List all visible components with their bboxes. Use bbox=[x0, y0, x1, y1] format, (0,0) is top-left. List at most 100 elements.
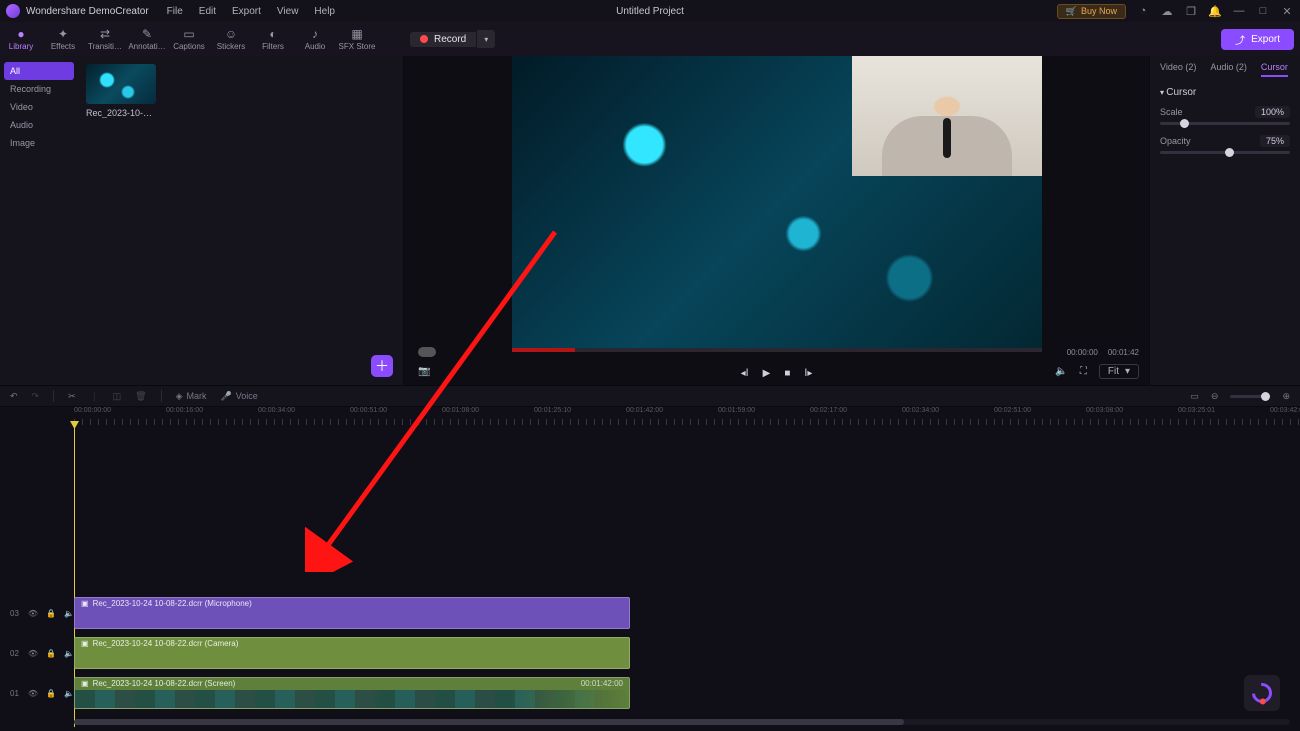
track-lock-icon[interactable]: 🔒 bbox=[46, 609, 56, 618]
record-dot-icon bbox=[420, 35, 428, 43]
timeline-clip[interactable]: ▣Rec_2023-10-24 10-08-22.dcrr (Microphon… bbox=[74, 597, 630, 629]
fullscreen-icon[interactable]: ⛶ bbox=[1080, 366, 1087, 377]
ribbon-tab-filters[interactable]: ◐Filters bbox=[252, 22, 294, 56]
library-category-video[interactable]: Video bbox=[0, 98, 78, 116]
preview-pip-camera[interactable] bbox=[852, 56, 1042, 176]
track-visibility-icon[interactable]: 👁 bbox=[28, 609, 38, 618]
window-restore-icon[interactable]: ❐ bbox=[1184, 4, 1198, 18]
preview-toggle[interactable] bbox=[418, 347, 436, 357]
zoom-in-button[interactable]: ⊕ bbox=[1282, 391, 1290, 402]
redo-button[interactable]: ↷ bbox=[32, 391, 40, 402]
ribbon-tab-audio[interactable]: ♪Audio bbox=[294, 22, 336, 56]
cut-button[interactable]: ✂ bbox=[68, 391, 76, 402]
ruler-tick: 00:01:42:00 bbox=[626, 407, 663, 414]
ruler-tick: 00:00:51:00 bbox=[350, 407, 387, 414]
preview-video[interactable] bbox=[512, 56, 1042, 352]
tab-label: Captions bbox=[173, 42, 205, 51]
zoom-slider[interactable] bbox=[1230, 395, 1270, 398]
crop-button[interactable]: ◫ bbox=[113, 391, 122, 402]
mark-button[interactable]: ◈ Mark bbox=[176, 391, 207, 402]
ribbon-tab-stickers[interactable]: ☺Stickers bbox=[210, 22, 252, 56]
split-button[interactable]: ｜ bbox=[90, 390, 99, 403]
library-panel: AllRecordingVideoAudioImage Rec_2023-10-… bbox=[0, 56, 404, 385]
play-button[interactable]: ▶ bbox=[763, 368, 771, 379]
library-category-recording[interactable]: Recording bbox=[0, 80, 78, 98]
maximize-icon[interactable]: □ bbox=[1256, 4, 1270, 18]
app-logo-icon bbox=[6, 4, 20, 18]
scale-value[interactable]: 100% bbox=[1255, 106, 1290, 118]
cloud-icon[interactable]: ☁ bbox=[1160, 4, 1174, 18]
library-category-all[interactable]: All bbox=[4, 62, 74, 80]
record-button[interactable]: Record bbox=[410, 32, 476, 47]
stop-button[interactable]: ■ bbox=[784, 368, 790, 379]
tab-icon: ⇄ bbox=[100, 27, 110, 41]
props-tab-audio[interactable]: Audio (2) bbox=[1210, 62, 1247, 77]
ribbon-tab-library[interactable]: ●Library bbox=[0, 22, 42, 56]
timeline-clip[interactable]: ▣Rec_2023-10-24 10-08-22.dcrr (Camera) bbox=[74, 637, 630, 669]
bell-icon[interactable]: 🔔 bbox=[1208, 4, 1222, 18]
delete-button[interactable]: 🗑 bbox=[135, 391, 146, 402]
snapshot-icon[interactable]: 📷 bbox=[418, 366, 430, 377]
library-content: Rec_2023-10-24 10… ＋ bbox=[78, 56, 403, 385]
clip-label: ▣Rec_2023-10-24 10-08-22.dcrr (Camera) bbox=[81, 639, 238, 648]
undo-button[interactable]: ↶ bbox=[10, 391, 18, 402]
ribbon-tab-annotati[interactable]: ✎Annotati… bbox=[126, 22, 168, 56]
scale-slider[interactable] bbox=[1160, 122, 1290, 125]
record-dropdown-button[interactable]: ▾ bbox=[477, 30, 495, 48]
track-mute-icon[interactable]: 🔈 bbox=[64, 609, 74, 618]
fit-dropdown[interactable]: Fit ▾ bbox=[1099, 364, 1139, 379]
mute-icon[interactable]: 🔈 bbox=[1055, 366, 1067, 377]
track-visibility-icon[interactable]: 👁 bbox=[28, 649, 38, 658]
clip-label: ▣Rec_2023-10-24 10-08-22.dcrr (Screen) bbox=[81, 679, 235, 688]
add-media-button[interactable]: ＋ bbox=[371, 355, 393, 377]
preview-panel: 📷 00:00:00 00:01:42 ◂Ⅰ ▶ ■ Ⅰ▸ 🔈 ⛶ Fit ▾ bbox=[404, 56, 1150, 385]
timeline-h-scrollbar[interactable] bbox=[74, 719, 1290, 725]
ruler-tick: 00:02:17:00 bbox=[810, 407, 847, 414]
menu-help[interactable]: Help bbox=[314, 6, 335, 17]
scale-label: Scale bbox=[1160, 107, 1183, 117]
tab-label: Filters bbox=[262, 42, 284, 51]
timeline-clip[interactable]: ▣Rec_2023-10-24 10-08-22.dcrr (Screen)00… bbox=[74, 677, 630, 709]
library-category-image[interactable]: Image bbox=[0, 134, 78, 152]
ribbon-tab-sfxstore[interactable]: ▦SFX Store bbox=[336, 22, 378, 56]
menu-file[interactable]: File bbox=[167, 6, 183, 17]
account-icon[interactable]: ◔ bbox=[1136, 4, 1150, 18]
ruler-tick: 00:01:25:10 bbox=[534, 407, 571, 414]
close-icon[interactable]: ✕ bbox=[1280, 4, 1294, 18]
track-mute-icon[interactable]: 🔈 bbox=[64, 649, 74, 658]
props-tab-cursor[interactable]: Cursor bbox=[1261, 62, 1288, 77]
buy-now-button[interactable]: 🛒 Buy Now bbox=[1057, 4, 1126, 19]
voice-button[interactable]: 🎤 Voice bbox=[221, 391, 258, 402]
library-category-audio[interactable]: Audio bbox=[0, 116, 78, 134]
opacity-value[interactable]: 75% bbox=[1260, 135, 1290, 147]
props-section-cursor[interactable]: Cursor bbox=[1160, 87, 1290, 98]
zoom-out-button[interactable]: ⊖ bbox=[1211, 391, 1219, 402]
minimize-icon[interactable]: — bbox=[1232, 4, 1246, 18]
ribbon-tab-effects[interactable]: ✦Effects bbox=[42, 22, 84, 56]
track-mute-icon[interactable]: 🔈 bbox=[64, 689, 74, 698]
ribbon-tab-captions[interactable]: ▭Captions bbox=[168, 22, 210, 56]
timeline-ruler[interactable]: 00:00:00:0000:00:16:0000:00:34:0000:00:5… bbox=[74, 407, 1300, 425]
menu-export[interactable]: Export bbox=[232, 6, 261, 17]
ruler-tick: 00:03:42:00 bbox=[1270, 407, 1300, 414]
track-id: 02 bbox=[10, 649, 20, 658]
next-frame-button[interactable]: Ⅰ▸ bbox=[804, 368, 812, 379]
zoom-fit-button[interactable]: ▭ bbox=[1190, 391, 1199, 402]
menu-edit[interactable]: Edit bbox=[199, 6, 216, 17]
track-visibility-icon[interactable]: 👁 bbox=[28, 689, 38, 698]
prev-frame-button[interactable]: ◂Ⅰ bbox=[741, 368, 749, 379]
opacity-slider[interactable] bbox=[1160, 151, 1290, 154]
props-tab-video[interactable]: Video (2) bbox=[1160, 62, 1196, 77]
export-button[interactable]: ⤴ Export bbox=[1221, 29, 1294, 50]
media-thumbnail[interactable]: Rec_2023-10-24 10… bbox=[86, 64, 156, 118]
preview-seek-bar[interactable] bbox=[512, 348, 1042, 352]
track-lock-icon[interactable]: 🔒 bbox=[46, 649, 56, 658]
ruler-tick: 00:02:34:00 bbox=[902, 407, 939, 414]
ruler-tick: 00:00:00:00 bbox=[74, 407, 111, 414]
timeline-toolbar: ↶ ↷ ✂ ｜ ◫ 🗑 ◈ Mark 🎤 Voice ▭ ⊖ ⊕ bbox=[0, 385, 1300, 407]
track-header: 02 👁 🔒 🔈 bbox=[0, 649, 74, 658]
menu-view[interactable]: View bbox=[277, 6, 299, 17]
track-lock-icon[interactable]: 🔒 bbox=[46, 689, 56, 698]
preview-transport: ◂Ⅰ ▶ ■ Ⅰ▸ bbox=[741, 368, 813, 379]
ribbon-tab-transiti[interactable]: ⇄Transiti… bbox=[84, 22, 126, 56]
